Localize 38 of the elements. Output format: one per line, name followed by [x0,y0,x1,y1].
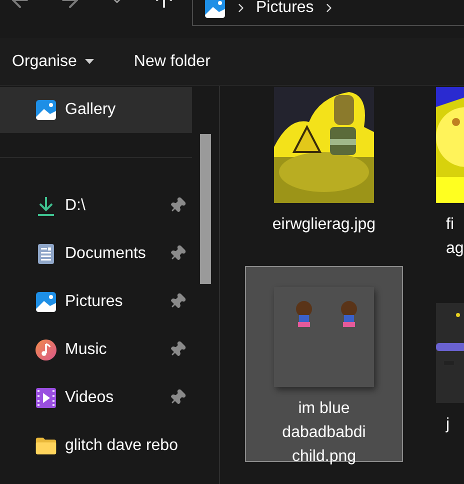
sidebar-item[interactable]: Videos [0,375,192,421]
sidebar-label: Gallery [65,100,116,120]
sidebar-label: glitch dave rebo [65,436,178,456]
file-name: eirwglierag.jpg [272,215,376,235]
file-name: ag [446,239,464,259]
address-bar[interactable]: Pictures [192,0,464,26]
download-icon [36,195,56,217]
pictures-icon [35,99,57,121]
pictures-icon [35,291,57,313]
file-tile[interactable]: fi ag [407,86,464,262]
sidebar-label: Videos [65,388,114,408]
sidebar-item[interactable]: Pictures [0,279,192,325]
sidebar-label: D:\ [65,196,86,216]
sidebar-item[interactable]: D:\ [0,183,192,229]
caret-icon [84,59,94,64]
sidebar-item[interactable]: Music [0,327,192,373]
sidebar-label: Music [65,340,107,360]
file-name: fi [446,215,454,235]
scrollbar-thumb[interactable] [200,134,211,284]
sidebar-label: Documents [65,244,146,264]
music-note-icon [35,339,57,361]
sidebar-item[interactable]: Gallery [0,87,192,133]
file-tile[interactable]: eirwglierag.jpg [245,86,403,262]
sidebar-label: Pictures [65,292,123,312]
toolbar-button[interactable]: New folder [134,50,210,74]
toolbar-button[interactable]: Organise [12,50,94,74]
sidebar-item[interactable]: Documents [0,231,192,277]
file-name: im blue [298,399,350,419]
file-tile[interactable]: im blue dabadbabdi child.png [245,266,403,462]
document-icon [36,243,56,265]
sidebar-item[interactable]: glitch dave rebo [0,423,192,469]
location-text[interactable]: Pictures [256,0,314,20]
video-icon [35,387,57,409]
pictures-icon [204,0,226,18]
file-tile[interactable]: j [407,266,464,462]
file-name: dabadbabdi [282,423,366,443]
folder-icon [35,436,57,456]
file-name: j [446,415,450,435]
